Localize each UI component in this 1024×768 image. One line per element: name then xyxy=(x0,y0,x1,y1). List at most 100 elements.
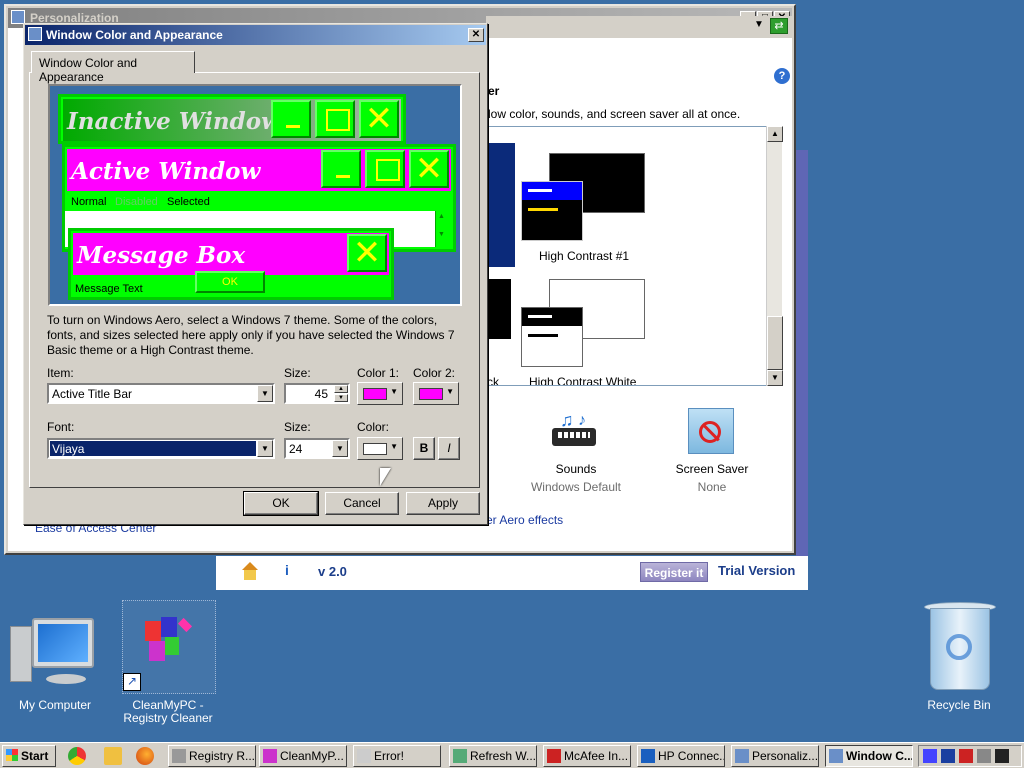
sounds-label[interactable]: Sounds xyxy=(526,462,626,476)
scroll-down-button[interactable]: ▼ xyxy=(767,370,783,386)
preview-message-box[interactable]: Message Box ✕ Message Text OK xyxy=(68,228,394,300)
preview-active-title-bar[interactable]: Active Window ✕ xyxy=(67,149,451,191)
theme-list[interactable]: High Contrast #1 ck High Contrast White xyxy=(486,126,782,386)
mouse-cursor-icon xyxy=(380,468,391,486)
font-select-value: Vijaya xyxy=(52,442,85,456)
aero-info-text: To turn on Windows Aero, select a Window… xyxy=(47,313,455,357)
font-size-dropdown-icon[interactable]: ▼ xyxy=(332,440,348,457)
task-mcafee[interactable]: McAfee In... xyxy=(543,745,631,767)
cancel-button[interactable]: Cancel xyxy=(325,492,399,515)
chrome-icon[interactable] xyxy=(68,747,86,765)
size-down-icon[interactable]: ▼ xyxy=(334,394,348,402)
italic-button[interactable]: I xyxy=(438,437,460,460)
font-color-button[interactable]: ▼ xyxy=(357,437,403,460)
task-error[interactable]: Error! xyxy=(353,745,441,767)
preview-inactive-title: Inactive Window xyxy=(67,108,281,135)
recycle-bin-icon[interactable] xyxy=(922,600,998,694)
tray-shield-icon[interactable] xyxy=(941,749,955,763)
item-select[interactable]: Active Title Bar ▼ xyxy=(47,383,275,404)
window-icon xyxy=(357,749,371,763)
dialog-app-icon xyxy=(28,27,42,41)
size-label: Size: xyxy=(284,366,311,380)
item-dropdown-icon[interactable]: ▼ xyxy=(257,385,273,402)
appearance-preview[interactable]: Inactive Window ✕ Active Window ✕ Normal… xyxy=(48,84,462,306)
task-hp[interactable]: HP Connec... xyxy=(637,745,725,767)
scroll-up-button[interactable]: ▲ xyxy=(767,126,783,142)
tab-label: Window Color and Appearance xyxy=(39,56,138,84)
refresh-icon[interactable]: ⇄ xyxy=(770,18,788,34)
screen-saver-icon[interactable] xyxy=(688,408,734,454)
tray-volume-icon[interactable] xyxy=(995,749,1009,763)
tray-monitor-icon[interactable] xyxy=(977,749,991,763)
firefox-icon[interactable] xyxy=(136,747,154,765)
task-cleanmypc[interactable]: CleanMyP... xyxy=(259,745,347,767)
theme-thumbnail-partial[interactable] xyxy=(487,143,515,267)
preview-maximize-icon xyxy=(315,100,355,138)
tab-window-color-appearance[interactable]: Window Color and Appearance xyxy=(31,51,195,84)
bold-button[interactable]: B xyxy=(413,437,435,460)
shortcut-arrow-icon: ↗ xyxy=(123,673,141,691)
sounds-value: Windows Default xyxy=(530,480,622,494)
preview-active-maximize-icon xyxy=(365,150,405,188)
theme-name-hcw[interactable]: High Contrast White xyxy=(529,375,636,385)
font-color-swatch xyxy=(363,443,387,455)
size-spinner[interactable]: 45 ▲ ▼ xyxy=(284,383,350,404)
screen-saver-label[interactable]: Screen Saver xyxy=(662,462,762,476)
task-refresh[interactable]: Refresh W... xyxy=(449,745,537,767)
theme-thumbnail-hc1-front[interactable] xyxy=(521,181,583,241)
theme-name-hc1[interactable]: High Contrast #1 xyxy=(539,249,629,263)
home-icon[interactable] xyxy=(240,562,260,580)
register-it-button[interactable]: Register it xyxy=(640,562,708,582)
task-label: HP Connec... xyxy=(658,749,725,763)
scroll-thumb[interactable] xyxy=(767,316,783,370)
preview-inactive-window[interactable]: Inactive Window ✕ xyxy=(58,94,406,144)
chevron-down-icon[interactable]: ▼ xyxy=(754,19,764,30)
apply-button[interactable]: Apply xyxy=(406,492,480,515)
my-computer-label[interactable]: My Computer xyxy=(5,699,105,712)
info-icon[interactable]: i xyxy=(278,562,296,580)
color2-button[interactable]: ▼ xyxy=(413,382,459,405)
preview-ok-button[interactable]: OK xyxy=(195,271,265,293)
dialog-close-button[interactable]: ✕ xyxy=(468,28,484,42)
task-label: Error! xyxy=(374,749,404,763)
color1-button[interactable]: ▼ xyxy=(357,382,403,405)
theme-name-partial[interactable]: ck xyxy=(487,375,499,385)
size-up-icon[interactable]: ▲ xyxy=(334,385,348,393)
sounds-icon[interactable]: ♫ ♪ xyxy=(552,410,598,452)
preview-menu-selected[interactable]: Selected xyxy=(167,196,210,208)
preview-inactive-title-bar[interactable]: Inactive Window ✕ xyxy=(63,99,401,141)
address-bar[interactable]: ▼ ⇄ xyxy=(486,16,794,38)
my-computer-icon[interactable] xyxy=(10,616,96,692)
preview-scrollbar: ▲ ▼ xyxy=(435,211,451,247)
preview-menu-normal[interactable]: Normal xyxy=(71,196,106,208)
tray-network-icon[interactable] xyxy=(923,749,937,763)
theme-thumbnail-hcw-front[interactable] xyxy=(521,307,583,367)
aero-effects-link[interactable]: er Aero effects xyxy=(486,513,563,527)
start-button[interactable]: Start xyxy=(2,745,56,767)
recycle-bin-label[interactable]: Recycle Bin xyxy=(909,699,1009,712)
window-color-dialog: Window Color and Appearance ✕ Window Col… xyxy=(23,23,488,525)
cleanmypc-shortcut[interactable]: ↗ xyxy=(122,600,216,694)
cleanmypc-label[interactable]: CleanMyPC - Registry Cleaner xyxy=(118,699,218,725)
task-registry[interactable]: Registry R... xyxy=(168,745,256,767)
item-select-value: Active Title Bar xyxy=(52,387,133,401)
theme-list-scrollbar[interactable]: ▲ ▼ xyxy=(766,126,783,386)
color2-swatch xyxy=(419,388,443,400)
chevron-down-icon: ▼ xyxy=(446,387,454,396)
personalization-app-icon xyxy=(11,10,25,24)
tray-mcafee-icon[interactable] xyxy=(959,749,973,763)
color1-label: Color 1: xyxy=(357,366,400,380)
task-personalization[interactable]: Personaliz... xyxy=(731,745,819,767)
preview-message-title-bar[interactable]: Message Box ✕ xyxy=(73,233,389,275)
task-window-color[interactable]: Window C... xyxy=(825,745,913,767)
dialog-title-bar[interactable]: Window Color and Appearance ✕ xyxy=(25,25,486,45)
help-icon[interactable]: ? xyxy=(774,68,790,84)
font-dropdown-icon[interactable]: ▼ xyxy=(257,440,273,457)
refresh-icon xyxy=(453,749,467,763)
ok-button[interactable]: OK xyxy=(243,491,319,516)
font-select[interactable]: Vijaya ▼ xyxy=(47,438,275,459)
preview-close-icon: ✕ xyxy=(359,100,399,138)
theme-thumbnail-partial-2[interactable] xyxy=(487,279,511,339)
folder-icon[interactable] xyxy=(104,747,122,765)
font-size-select[interactable]: 24 ▼ xyxy=(284,438,350,459)
